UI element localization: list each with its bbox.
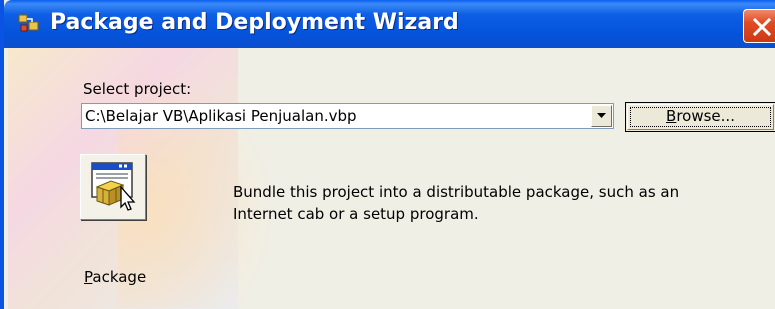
package-box-icon (89, 161, 139, 217)
package-description: Bundle this project into a distributable… (233, 183, 680, 223)
package-label: Package (84, 268, 147, 286)
wizard-window: Package and Deployment Wizard Select pro… (0, 0, 775, 309)
project-dropdown-button[interactable] (591, 105, 612, 127)
wizard-content: Select project: C:\Belajar VB\Aplikasi P… (8, 48, 775, 309)
project-path-value: C:\Belajar VB\Aplikasi Penjualan.vbp (85, 107, 357, 125)
close-icon (752, 17, 772, 37)
browse-button[interactable]: Browse... (625, 102, 775, 132)
select-project-label: Select project: (83, 80, 192, 98)
close-button[interactable] (743, 9, 775, 43)
package-wizard-app-icon (18, 13, 42, 35)
chevron-down-icon (597, 113, 606, 118)
title-bar[interactable]: Package and Deployment Wizard (4, 0, 775, 48)
package-button[interactable] (80, 154, 146, 220)
project-path-combobox[interactable]: C:\Belajar VB\Aplikasi Penjualan.vbp (81, 103, 614, 129)
window-title: Package and Deployment Wizard (50, 10, 459, 35)
